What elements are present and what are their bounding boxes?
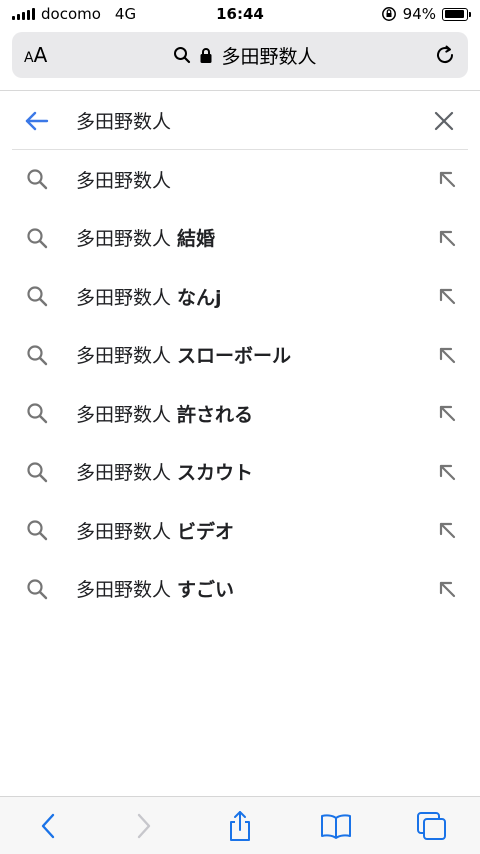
fill-query-button[interactable]	[416, 287, 456, 305]
suggestion-item[interactable]: 多田野数人 すごい	[0, 560, 480, 619]
suggestion-completion: ビデオ	[177, 520, 235, 543]
suggestion-item[interactable]: 多田野数人	[0, 150, 480, 209]
suggestion-item[interactable]: 多田野数人 スカウト	[0, 443, 480, 502]
arrow-up-left-icon	[439, 406, 456, 422]
status-bar: docomo 4G 16:44 94%	[0, 0, 480, 28]
suggestion-text: 多田野数人 すごい	[76, 575, 416, 602]
suggestion-text: 多田野数人 許される	[76, 400, 416, 427]
search-icon	[26, 168, 76, 190]
address-bar[interactable]: AA 多田野数人	[12, 32, 468, 78]
suggestion-item[interactable]: 多田野数人 結婚	[0, 209, 480, 268]
suggestion-text: 多田野数人 なんj	[76, 283, 416, 310]
arrow-up-left-icon	[439, 230, 456, 246]
carrier-label: docomo	[41, 5, 101, 23]
clear-button[interactable]	[420, 111, 468, 131]
suggestion-text: 多田野数人 スローボール	[76, 341, 416, 368]
back-button[interactable]	[24, 802, 72, 850]
suggestion-completion: すごい	[177, 579, 235, 602]
suggestion-completion: スカウト	[177, 462, 254, 485]
text-size-button[interactable]: AA	[24, 43, 64, 67]
suggestion-list: 多田野数人 多田野数人 結婚 多田野数人 なんj 多田野数人 スローボール 多田野数人…	[0, 150, 480, 618]
search-icon	[174, 47, 191, 64]
suggestion-base: 多田野数人	[76, 169, 172, 192]
status-left: docomo 4G	[12, 5, 136, 23]
tabs-icon	[417, 811, 446, 840]
share-button[interactable]	[216, 802, 264, 850]
suggestion-item[interactable]: 多田野数人 許される	[0, 384, 480, 443]
reload-icon	[437, 45, 454, 64]
back-button[interactable]	[12, 110, 62, 132]
suggestion-completion: スローボール	[177, 345, 292, 368]
fill-query-button[interactable]	[416, 229, 456, 247]
suggestion-base: 多田野数人	[76, 286, 172, 309]
search-input[interactable]	[62, 109, 420, 132]
suggestion-completion: 許される	[177, 403, 254, 426]
status-right: 94%	[381, 5, 471, 23]
suggestion-base: 多田野数人	[76, 579, 172, 602]
suggestion-text: 多田野数人 結婚	[76, 224, 416, 251]
url-text: 多田野数人	[221, 45, 317, 68]
battery-icon	[442, 7, 471, 21]
battery-fill	[444, 10, 465, 18]
url-field[interactable]: 多田野数人	[64, 42, 426, 69]
chevron-left-icon	[41, 813, 55, 838]
suggestion-item[interactable]: 多田野数人 なんj	[0, 267, 480, 326]
fill-query-button[interactable]	[416, 346, 456, 364]
reload-button[interactable]	[426, 44, 456, 66]
arrow-left-icon	[25, 111, 49, 130]
arrow-up-left-icon	[439, 523, 456, 539]
suggestion-text: 多田野数人 スカウト	[76, 458, 416, 485]
search-icon	[26, 344, 76, 366]
battery-percent: 94%	[402, 5, 436, 23]
suggestion-base: 多田野数人	[76, 462, 172, 485]
suggestion-completion: なんj	[177, 286, 222, 309]
suggestion-base: 多田野数人	[76, 403, 172, 426]
suggestion-item[interactable]: 多田野数人 ビデオ	[0, 501, 480, 560]
share-icon	[230, 810, 250, 841]
arrow-up-left-icon	[439, 347, 456, 363]
close-icon	[434, 111, 454, 130]
divider	[0, 90, 480, 91]
suggestion-base: 多田野数人	[76, 228, 172, 251]
tabs-button[interactable]	[408, 802, 456, 850]
search-icon	[26, 578, 76, 600]
suggestion-base: 多田野数人	[76, 520, 172, 543]
search-icon	[26, 285, 76, 307]
fill-query-button[interactable]	[416, 580, 456, 598]
suggestion-item[interactable]: 多田野数人 スローボール	[0, 326, 480, 385]
arrow-up-left-icon	[439, 172, 456, 188]
fill-query-button[interactable]	[416, 404, 456, 422]
arrow-up-left-icon	[439, 289, 456, 305]
arrow-up-left-icon	[439, 464, 456, 480]
fill-query-button[interactable]	[416, 521, 456, 539]
search-icon	[26, 519, 76, 541]
bottom-toolbar	[0, 796, 480, 854]
bookmarks-button[interactable]	[312, 802, 360, 850]
chevron-right-icon	[137, 813, 151, 838]
search-icon	[26, 402, 76, 424]
book-icon	[321, 813, 351, 839]
network-label: 4G	[114, 5, 137, 23]
forward-button[interactable]	[120, 802, 168, 850]
signal-icon	[12, 8, 35, 20]
search-icon	[26, 227, 76, 249]
search-icon	[26, 461, 76, 483]
lock-icon	[200, 47, 212, 63]
suggestion-completion: 結婚	[177, 228, 216, 251]
fill-query-button[interactable]	[416, 463, 456, 481]
fill-query-button[interactable]	[416, 170, 456, 188]
suggestion-text: 多田野数人	[76, 166, 416, 193]
suggestion-text: 多田野数人 ビデオ	[76, 517, 416, 544]
suggestion-base: 多田野数人	[76, 345, 172, 368]
search-box	[12, 92, 468, 150]
arrow-up-left-icon	[439, 581, 456, 597]
orientation-lock-icon	[381, 7, 396, 21]
